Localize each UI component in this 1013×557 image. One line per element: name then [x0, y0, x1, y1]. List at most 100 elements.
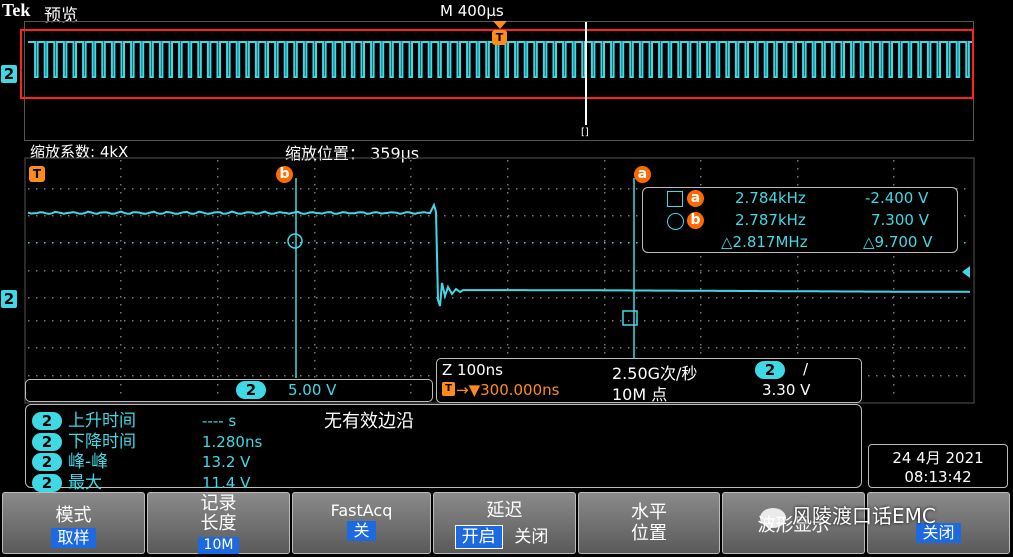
grid-dot: [410, 160, 412, 162]
grid-dot: [620, 297, 622, 299]
grid-dot: [572, 270, 574, 272]
grid-dot: [44, 188, 46, 190]
grid-dot: [380, 188, 382, 190]
grid-dot: [852, 320, 854, 322]
grid-dot: [108, 347, 110, 349]
grid-dot: [700, 344, 702, 346]
grid-dot: [92, 242, 94, 244]
grid-dot: [500, 270, 502, 272]
delay-on-option[interactable]: 开启: [454, 525, 503, 549]
fastacq-softkey[interactable]: FastAcq 关: [292, 492, 431, 554]
grid-dot: [52, 320, 54, 322]
grid-dot: [52, 347, 54, 349]
grid-dot: [452, 347, 454, 349]
grid-dot: [468, 320, 470, 322]
horizontal-position-softkey[interactable]: 水平 位置: [578, 492, 720, 554]
grid-dot: [28, 242, 30, 244]
grid-dot: [156, 297, 158, 299]
grid-dot: [332, 297, 334, 299]
channel-badge: 2: [236, 381, 266, 399]
grid-dot: [532, 320, 534, 322]
grid-dot: [92, 347, 94, 349]
grid-dot: [100, 347, 102, 349]
grid-dot: [252, 215, 254, 217]
grid-dot: [604, 288, 606, 290]
grid-dot: [348, 270, 350, 272]
grid-dot: [804, 297, 806, 299]
grid-dot: [916, 297, 918, 299]
grid-dot: [60, 270, 62, 272]
grid-dot: [588, 270, 590, 272]
cursor-a-marker[interactable]: a: [634, 166, 651, 183]
grid-dot: [132, 347, 134, 349]
channel-scale-readout[interactable]: 2 5.00 V: [25, 379, 433, 402]
grid-dot: [900, 320, 902, 322]
grid-dot: [916, 320, 918, 322]
grid-dot: [604, 256, 606, 258]
grid-dot: [404, 347, 406, 349]
grid-dot: [500, 215, 502, 217]
grid-dot: [948, 375, 950, 377]
grid-dot: [348, 375, 350, 377]
grid-dot: [260, 270, 262, 272]
grid-dot: [217, 264, 219, 266]
grid-dot: [620, 215, 622, 217]
grid-dot: [410, 320, 412, 322]
grid-dot: [628, 270, 630, 272]
grid-dot: [100, 242, 102, 244]
grid-dot: [412, 270, 414, 272]
grid-dot: [740, 270, 742, 272]
grid-dot: [124, 375, 126, 377]
grid-dot: [884, 375, 886, 377]
horizontal-readout-panel[interactable]: Z 100ns 2.50G次/秒 2 / T →▼300.000ns 10M 点…: [436, 358, 862, 404]
grid-dot: [564, 297, 566, 299]
grid-dot: [380, 215, 382, 217]
grid-dot: [893, 352, 895, 354]
grid-dot: [660, 270, 662, 272]
grid-dot: [564, 347, 566, 349]
grid-dot: [548, 188, 550, 190]
grid-dot: [732, 347, 734, 349]
grid-dot: [314, 376, 316, 378]
grid-dot: [356, 270, 358, 272]
grid-dot: [420, 188, 422, 190]
grid-dot: [52, 188, 54, 190]
grid-dot: [507, 224, 509, 226]
watermark-text: 风陵渡口话EMC: [792, 504, 936, 528]
grid-dot: [604, 224, 606, 226]
grid-dot: [228, 297, 230, 299]
grid-dot: [676, 320, 678, 322]
grid-dot: [844, 270, 846, 272]
grid-dot: [36, 297, 38, 299]
grid-dot: [700, 296, 702, 298]
grid-dot: [948, 270, 950, 272]
grid-dot: [828, 297, 830, 299]
grid-dot: [314, 160, 316, 162]
grid-dot: [507, 200, 509, 202]
grid-dot: [410, 224, 412, 226]
grid-dot: [410, 312, 412, 314]
delay-softkey[interactable]: 延迟 开启 关闭: [433, 492, 576, 554]
grid-dot: [580, 270, 582, 272]
grid-dot: [868, 320, 870, 322]
grid-dot: [876, 320, 878, 322]
delay-off-option[interactable]: 关闭: [508, 526, 554, 548]
cursor-b-marker[interactable]: b: [276, 166, 293, 183]
grid-dot: [900, 375, 902, 377]
grid-dot: [132, 270, 134, 272]
grid-dot: [52, 297, 54, 299]
grid-dot: [700, 168, 702, 170]
mode-softkey[interactable]: 模式 取样: [2, 492, 145, 554]
grid-dot: [120, 296, 122, 298]
grid-dot: [120, 368, 122, 370]
grid-dot: [964, 297, 966, 299]
record-length-softkey[interactable]: 记录 长度 10M: [147, 492, 290, 554]
grid-dot: [797, 160, 799, 162]
grid-dot: [410, 272, 412, 274]
grid-dot: [284, 242, 286, 244]
grid-dot: [964, 320, 966, 322]
grid-dot: [324, 270, 326, 272]
grid-dot: [732, 320, 734, 322]
grid-dot: [812, 320, 814, 322]
grid-dot: [556, 320, 558, 322]
